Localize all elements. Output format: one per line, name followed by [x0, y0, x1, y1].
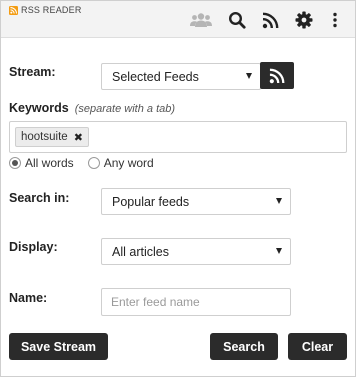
search-submit-button[interactable]: Search	[210, 333, 278, 360]
stream-select-value: Selected Feeds	[112, 69, 199, 84]
save-stream-button[interactable]: Save Stream	[9, 333, 108, 360]
radio-any-word[interactable]	[87, 157, 100, 169]
display-select-value: All articles	[112, 244, 169, 259]
keywords-label-text: Keywords	[9, 101, 69, 115]
settings-button[interactable]	[293, 9, 315, 31]
search-icon	[228, 11, 246, 29]
search-button[interactable]	[226, 9, 248, 31]
keywords-label: Keywords (separate with a tab)	[9, 101, 175, 115]
brand: RSS READER	[9, 5, 82, 15]
feed-name-input[interactable]	[101, 288, 291, 316]
radio-all-words[interactable]	[9, 157, 21, 169]
search-in-label: Search in:	[9, 191, 70, 205]
display-select[interactable]: All articles	[101, 238, 291, 265]
rss-icon	[262, 12, 278, 28]
add-feed-button[interactable]	[260, 62, 294, 89]
search-in-select-value: Popular feeds	[112, 194, 190, 209]
keywords-hint: (separate with a tab)	[74, 103, 176, 115]
search-in-select[interactable]: Popular feeds	[101, 188, 291, 215]
match-any-word-option[interactable]: Any word	[87, 156, 154, 170]
name-label: Name:	[9, 291, 48, 305]
rss-reader-panel: RSS READER Stream: Selected Feeds Keywor…	[0, 0, 356, 377]
more-vertical-icon	[333, 12, 337, 28]
users-button[interactable]	[190, 9, 212, 31]
close-icon[interactable]: ✖	[74, 131, 83, 144]
gear-icon	[295, 11, 313, 29]
stream-label: Stream:	[9, 65, 56, 79]
match-mode-group: All words Any word	[9, 156, 168, 170]
header-bar: RSS READER	[1, 1, 355, 38]
chevron-down-icon	[276, 198, 282, 204]
users-icon	[190, 13, 212, 27]
keyword-tag-label: hootsuite	[21, 131, 68, 143]
stream-select[interactable]: Selected Feeds	[101, 63, 261, 90]
match-all-words-label: All words	[25, 156, 74, 170]
keywords-input[interactable]: hootsuite ✖	[9, 121, 347, 153]
match-all-words-option[interactable]: All words	[9, 156, 74, 170]
clear-button[interactable]: Clear	[288, 333, 347, 360]
keyword-tag: hootsuite ✖	[15, 127, 89, 147]
display-label: Display:	[9, 240, 58, 254]
rss-button[interactable]	[259, 9, 281, 31]
chevron-down-icon	[276, 248, 282, 254]
match-any-word-label: Any word	[103, 156, 154, 170]
rss-small-icon	[9, 5, 18, 15]
app-title: RSS READER	[21, 5, 82, 15]
rss-icon	[269, 68, 285, 83]
chevron-down-icon	[246, 73, 252, 79]
more-menu-button[interactable]	[324, 9, 346, 31]
